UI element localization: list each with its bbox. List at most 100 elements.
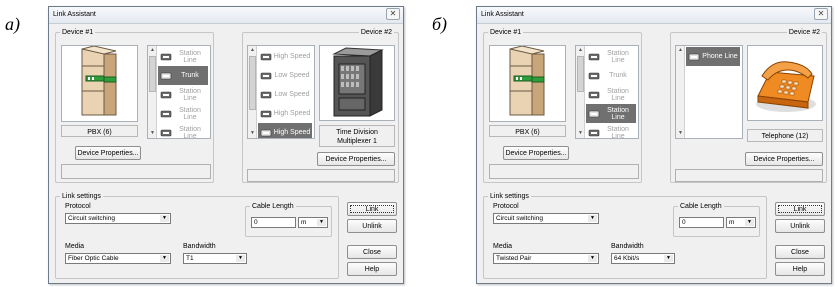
device2-properties-button[interactable]: Device Properties... — [745, 152, 823, 166]
link-settings-legend: Link settings — [490, 193, 529, 200]
port-list-item-label: Trunk — [609, 72, 627, 79]
media-value: Twisted Pair — [496, 255, 532, 262]
protocol-label: Protocol — [493, 203, 519, 210]
link-button[interactable]: Link — [775, 202, 825, 216]
device2-name: Telephone (12) — [747, 129, 823, 142]
cable-unit-select[interactable]: m ▼ — [726, 217, 756, 228]
media-select[interactable]: Fiber Optic Cable ▼ — [65, 253, 171, 264]
port-list-item[interactable]: Phone Line — [686, 47, 740, 66]
station-line-icon — [588, 53, 600, 60]
protocol-select[interactable]: Circuit switching ▼ — [65, 213, 171, 224]
port-list-item[interactable]: Station Line — [158, 104, 208, 123]
multiplexer-icon — [332, 47, 384, 117]
chevron-down-icon[interactable]: ▼ — [317, 219, 326, 226]
chevron-down-icon[interactable]: ▼ — [160, 215, 169, 222]
device2-list-scrollbar[interactable]: ▲ ▼ — [676, 46, 685, 138]
window-close-icon[interactable]: ✕ — [814, 8, 828, 20]
device1-picture — [61, 45, 138, 122]
device1-properties-button[interactable]: Device Properties... — [503, 146, 569, 160]
port-list-item-label: High Speed — [273, 129, 311, 136]
scroll-up-icon[interactable]: ▲ — [577, 47, 584, 54]
port-list-item[interactable]: Station Line — [158, 123, 208, 138]
port-icon — [260, 110, 272, 117]
device1-port-list[interactable]: ▲ ▼ Station Line Trunk Station Line Station… — [575, 45, 639, 139]
chevron-down-icon[interactable]: ▼ — [160, 255, 169, 262]
device2-status-field — [247, 169, 395, 182]
device1-properties-button[interactable]: Device Properties... — [75, 146, 141, 160]
port-icon — [260, 129, 272, 136]
cable-unit-select[interactable]: m ▼ — [298, 217, 328, 228]
telephone-icon — [756, 61, 816, 112]
scroll-thumb[interactable] — [149, 56, 156, 92]
device1-port-list[interactable]: ▲ ▼ Station Line Trunk Station Line Station… — [147, 45, 211, 139]
port-list-item[interactable]: High Speed — [258, 123, 312, 138]
port-list-item[interactable]: Station Line — [586, 104, 636, 123]
close-button[interactable]: Close — [775, 245, 825, 259]
port-list-item[interactable]: Station Line — [586, 85, 636, 104]
help-button[interactable]: Help — [347, 262, 397, 276]
window-close-icon[interactable]: ✕ — [386, 8, 400, 20]
port-list-item[interactable]: Trunk — [158, 66, 208, 85]
device1-list-scrollbar[interactable]: ▲ ▼ — [576, 46, 585, 138]
device2-port-list[interactable]: ▲ ▼ Phone Line — [675, 45, 743, 139]
scroll-down-icon[interactable]: ▼ — [249, 130, 256, 137]
link-assistant-window-b: Link Assistant ✕ Device #1 PBX (6) ▲ ▼ S… — [476, 6, 832, 284]
bandwidth-value: T1 — [186, 255, 194, 262]
port-icon — [260, 91, 272, 98]
media-select[interactable]: Twisted Pair ▼ — [493, 253, 599, 264]
window-title: Link Assistant — [49, 7, 403, 24]
chevron-down-icon[interactable]: ▼ — [588, 215, 597, 222]
cable-length-legend: Cable Length — [680, 203, 722, 210]
scroll-up-icon[interactable]: ▲ — [249, 47, 256, 54]
port-list-item[interactable]: Station Line — [586, 123, 636, 138]
station-line-icon — [160, 110, 172, 117]
bandwidth-select[interactable]: T1 ▼ — [183, 253, 247, 264]
cable-length-input[interactable]: 0 — [679, 217, 724, 228]
chevron-down-icon[interactable]: ▼ — [588, 255, 597, 262]
scroll-thumb[interactable] — [249, 56, 256, 110]
trunk-icon — [588, 72, 600, 79]
device2-properties-button[interactable]: Device Properties... — [317, 152, 395, 166]
scroll-down-icon[interactable]: ▼ — [577, 130, 584, 137]
port-list-item[interactable]: Low Speed — [258, 66, 312, 85]
cable-length-input[interactable]: 0 — [251, 217, 296, 228]
protocol-label: Protocol — [65, 203, 91, 210]
station-line-icon — [588, 129, 600, 136]
chevron-down-icon[interactable]: ▼ — [745, 219, 754, 226]
help-button[interactable]: Help — [775, 262, 825, 276]
panel-label-a: а) — [5, 14, 20, 34]
device1-picture — [489, 45, 566, 122]
trunk-icon — [160, 72, 172, 79]
device2-port-list[interactable]: ▲ ▼ High Speed Low Speed Low Speed High Spe… — [247, 45, 315, 139]
station-line-icon — [588, 110, 600, 117]
unlink-button[interactable]: Unlink — [347, 219, 397, 233]
bandwidth-label: Bandwidth — [611, 243, 644, 250]
port-list-item[interactable]: Station Line — [158, 85, 208, 104]
scroll-up-icon[interactable]: ▲ — [149, 47, 156, 54]
port-list-item[interactable]: High Speed — [258, 104, 312, 123]
scroll-down-icon[interactable]: ▼ — [149, 130, 156, 137]
protocol-select[interactable]: Circuit switching ▼ — [493, 213, 599, 224]
link-button[interactable]: Link — [347, 202, 397, 216]
device1-list-scrollbar[interactable]: ▲ ▼ — [148, 46, 157, 138]
chevron-down-icon[interactable]: ▼ — [664, 255, 673, 262]
scroll-up-icon[interactable]: ▲ — [677, 47, 684, 54]
close-button[interactable]: Close — [347, 245, 397, 259]
port-list-item[interactable]: High Speed — [258, 47, 312, 66]
port-list-item[interactable]: Trunk — [586, 66, 636, 85]
bandwidth-value: 64 Kbit/s — [614, 255, 640, 262]
bandwidth-select[interactable]: 64 Kbit/s ▼ — [611, 253, 675, 264]
device1-status-field — [489, 164, 639, 179]
scroll-thumb[interactable] — [577, 56, 584, 92]
media-value: Fiber Optic Cable — [68, 255, 119, 262]
station-line-icon — [160, 53, 172, 60]
port-list-item[interactable]: Station Line — [586, 47, 636, 66]
cable-length-legend: Cable Length — [252, 203, 294, 210]
port-list-item[interactable]: Station Line — [158, 47, 208, 66]
unlink-button[interactable]: Unlink — [775, 219, 825, 233]
scroll-down-icon[interactable]: ▼ — [677, 130, 684, 137]
device2-name: Time Division Multiplexer 1 — [319, 125, 395, 147]
chevron-down-icon[interactable]: ▼ — [236, 255, 245, 262]
port-list-item[interactable]: Low Speed — [258, 85, 312, 104]
device2-list-scrollbar[interactable]: ▲ ▼ — [248, 46, 257, 138]
